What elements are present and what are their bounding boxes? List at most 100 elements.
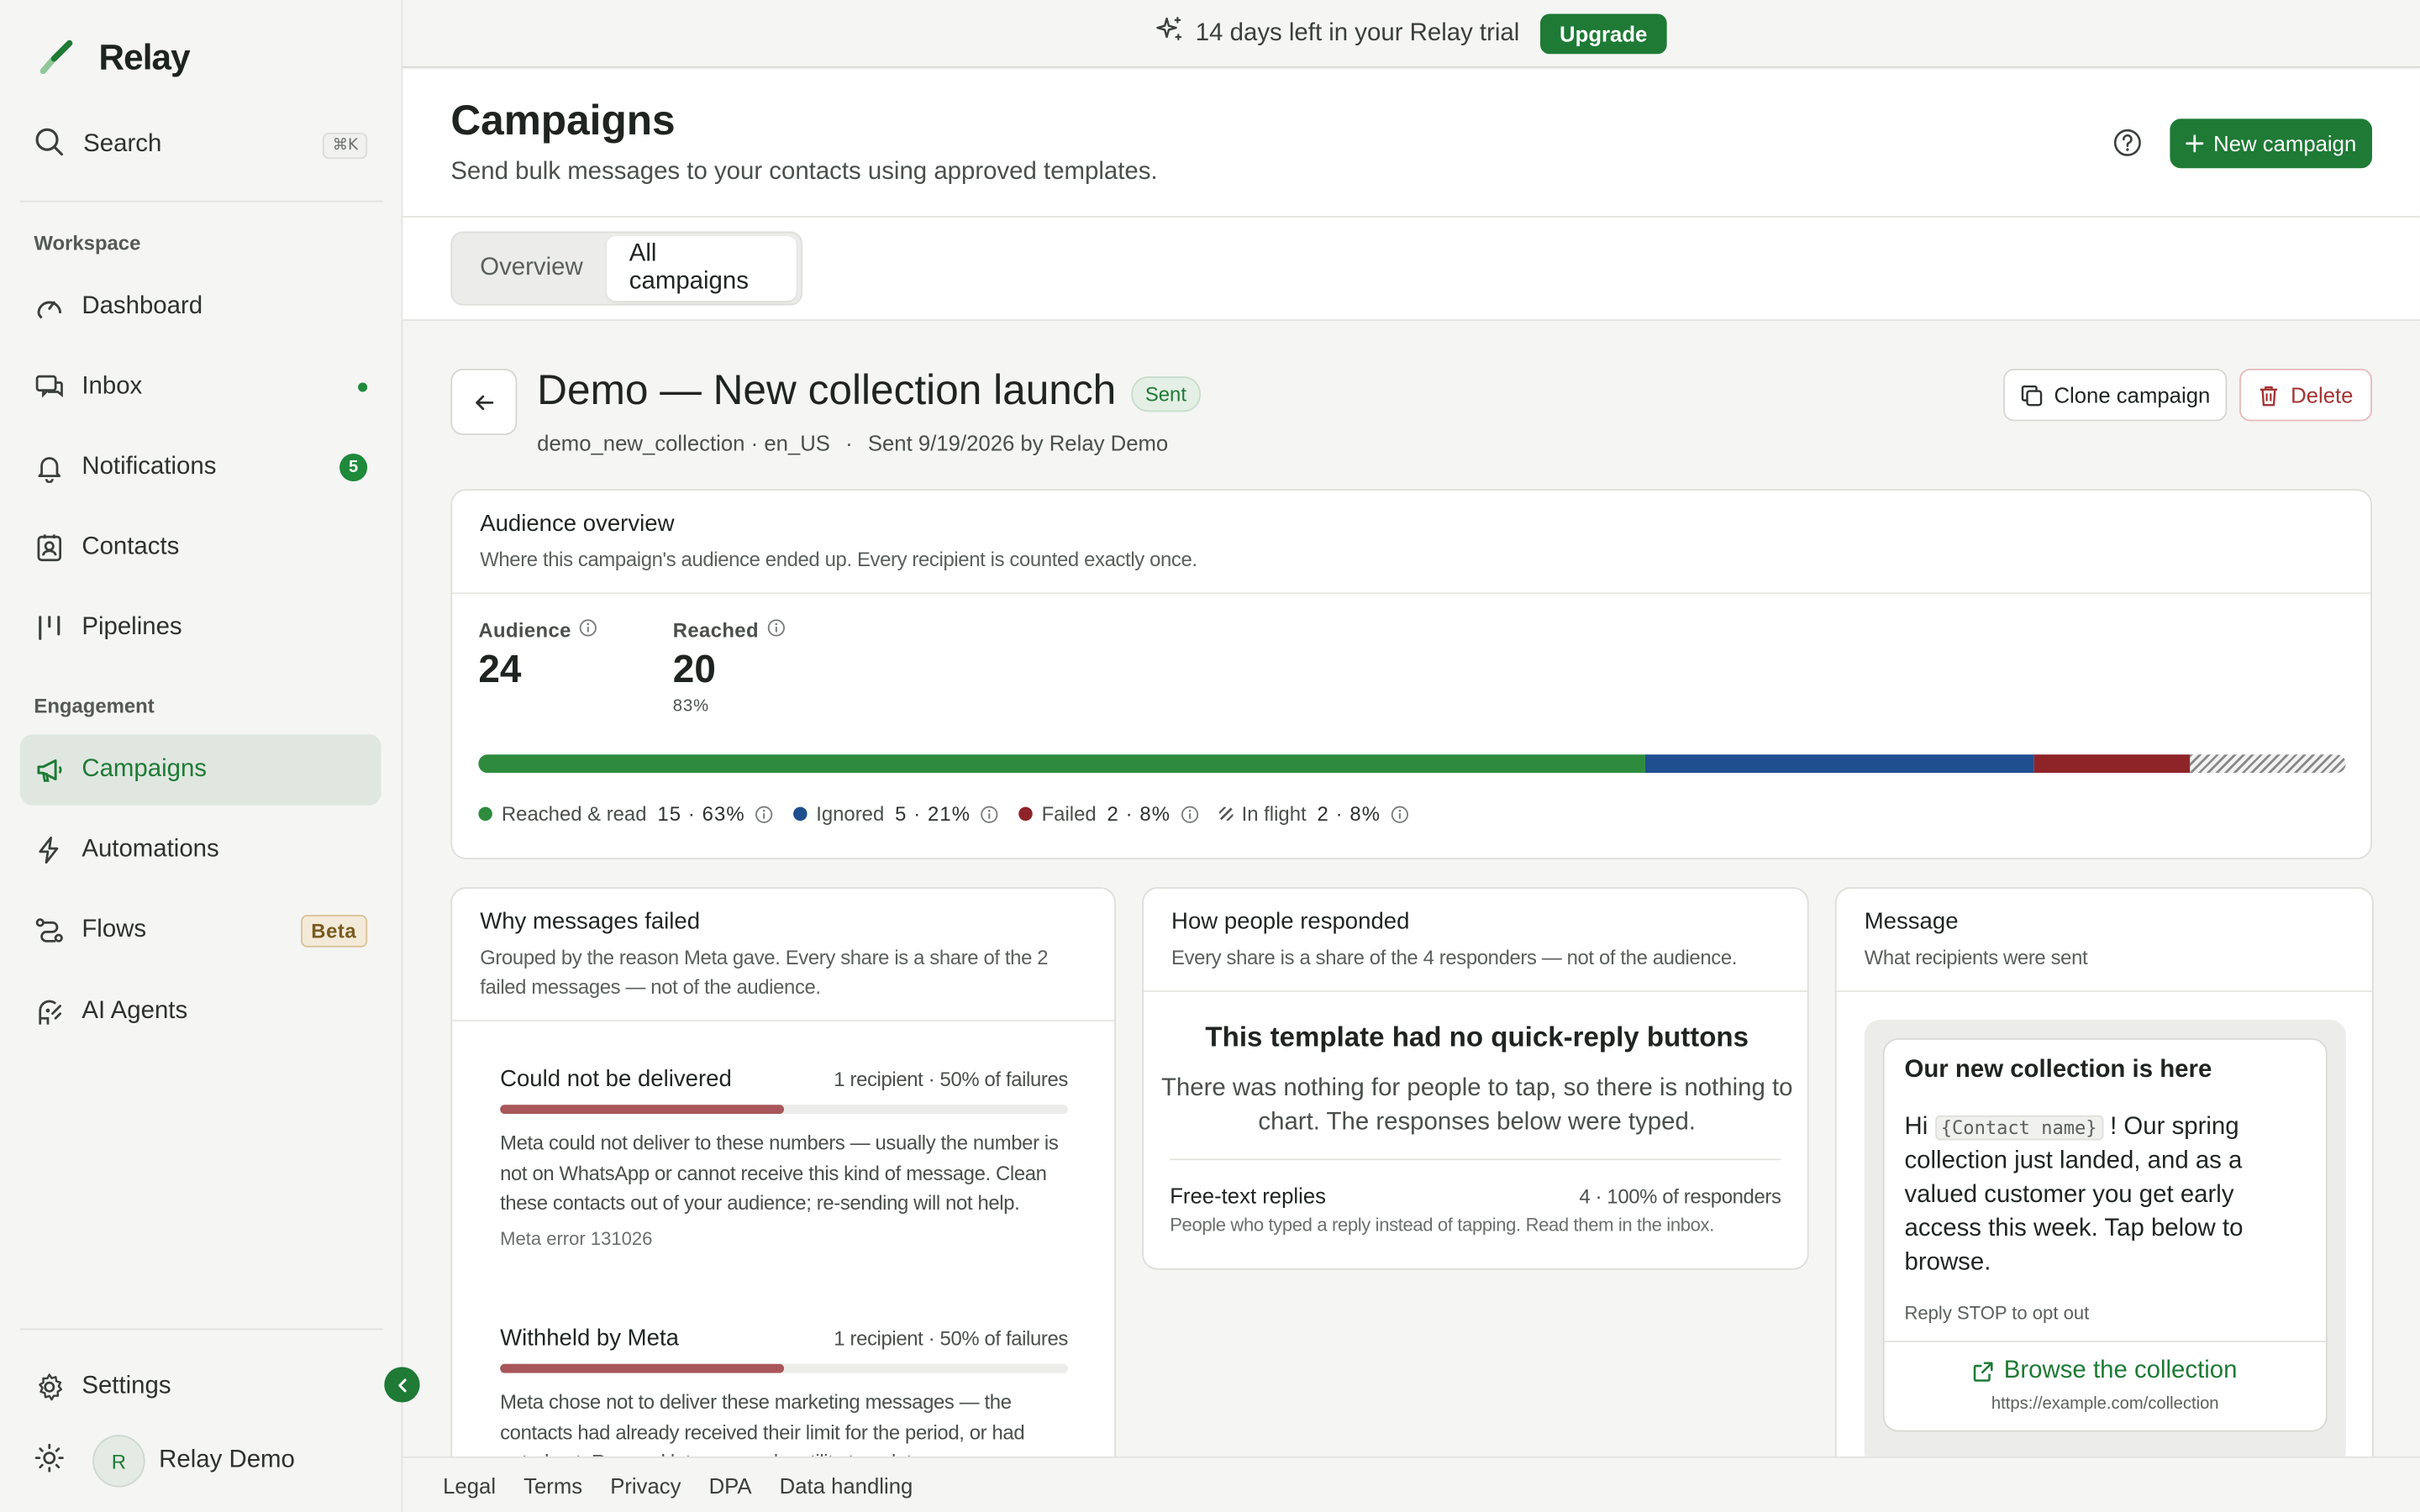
message-preview: Our new collection is here Hi {Contact n… <box>1864 1020 2346 1467</box>
contact-card-icon <box>34 533 65 564</box>
avatar: R <box>92 1435 145 1488</box>
search-button[interactable]: Search ⌘K <box>34 123 368 166</box>
new-campaign-label: New campaign <box>2213 131 2357 156</box>
footer-link-terms[interactable]: Terms <box>523 1473 582 1497</box>
audience-legend: Reached & read 15 · 63% Ignored 5 · 21% … <box>478 802 1428 826</box>
stat-value: 24 <box>478 648 522 691</box>
clone-campaign-button[interactable]: Clone campaign <box>2003 368 2228 422</box>
audience-stat: Audience 24 <box>478 619 597 693</box>
message-bubble: Our new collection is here Hi {Contact n… <box>1882 1038 2328 1432</box>
divider <box>1170 1158 1781 1161</box>
flow-icon <box>34 915 65 946</box>
card-subtitle: Grouped by the reason Meta gave. Every s… <box>480 945 1049 999</box>
user-name: Relay Demo <box>159 1446 295 1474</box>
tab-bar: Overview All campaigns <box>402 217 2420 322</box>
campaign-title: Demo — New collection launch <box>537 367 1117 414</box>
upgrade-button[interactable]: Upgrade <box>1539 13 1668 54</box>
megaphone-icon <box>34 754 65 785</box>
contact-name-placeholder: {Contact name} <box>1934 1115 2103 1141</box>
theme-toggle-sun-icon[interactable] <box>34 1441 65 1480</box>
info-icon[interactable] <box>1390 805 1408 823</box>
info-icon[interactable] <box>755 805 773 823</box>
body-greeting: Hi <box>1904 1114 1928 1141</box>
sidebar-item-notifications[interactable]: Notifications 5 <box>20 432 381 502</box>
message-body: Hi {Contact name} ! Our spring collectio… <box>1885 1084 2326 1280</box>
reason-bar-track <box>500 1105 1068 1115</box>
help-icon[interactable] <box>2112 128 2142 165</box>
template-name: demo_new_collection · en_US <box>537 430 830 455</box>
sidebar-item-ai-agents[interactable]: AI Agents <box>20 977 381 1047</box>
sidebar-item-automations[interactable]: Automations <box>20 815 381 885</box>
sidebar-item-label: Automations <box>82 836 219 863</box>
info-icon[interactable] <box>1180 805 1198 823</box>
reason-count: 1 recipient · 50% of failures <box>834 1067 1068 1091</box>
copy-icon <box>2021 384 2043 406</box>
footer-link-data-handling[interactable]: Data handling <box>780 1473 913 1497</box>
user-menu[interactable]: R Relay Demo <box>34 1435 295 1488</box>
legend-value: 5 · 21% <box>895 802 971 826</box>
footer: Legal Terms Privacy DPA Data handling <box>402 1456 2420 1512</box>
stat-percent: 83% <box>672 697 710 717</box>
clone-label: Clone campaign <box>2054 382 2211 407</box>
sidebar-item-flows[interactable]: Flows Beta <box>20 895 381 965</box>
sidebar-item-settings[interactable]: Settings <box>20 1352 381 1422</box>
legend-value: 2 · 8% <box>1107 802 1171 826</box>
free-text-subtitle: People who typed a reply instead of tapp… <box>1170 1214 1714 1236</box>
external-link-icon <box>1974 1362 1994 1382</box>
stat-label: Reached <box>672 618 759 643</box>
tab-overview[interactable]: Overview <box>457 236 607 301</box>
collapse-sidebar-button[interactable] <box>384 1367 420 1403</box>
footer-link-privacy[interactable]: Privacy <box>610 1473 681 1497</box>
delete-button[interactable]: Delete <box>2239 368 2373 422</box>
stat-value: 20 <box>672 648 716 691</box>
sidebar: Relay Search ⌘K Workspace Dashboard Inbo… <box>0 0 403 1512</box>
message-footer: Reply STOP to opt out <box>1904 1302 2090 1324</box>
new-campaign-button[interactable]: New campaign <box>2170 118 2373 169</box>
trash-icon <box>2260 385 2278 406</box>
audience-overview-card: Audience overview Where this campaign's … <box>450 489 2373 860</box>
failure-reason: Could not be delivered 1 recipient · 50%… <box>500 1066 1068 1249</box>
free-text-count: 4 · 100% of responders <box>1579 1184 1781 1209</box>
sidebar-item-label: Inbox <box>82 373 143 400</box>
footer-link-legal[interactable]: Legal <box>443 1473 496 1497</box>
footer-link-dpa[interactable]: DPA <box>709 1473 752 1497</box>
bar-segment-failed <box>2034 754 2191 774</box>
info-icon[interactable] <box>980 805 998 823</box>
gauge-icon <box>34 291 65 323</box>
trial-text: 14 days left in your Relay trial <box>1195 18 1520 46</box>
reason-bar-fill <box>500 1363 785 1373</box>
reason-description: Meta could not deliver to these numbers … <box>500 1131 1059 1215</box>
status-badge: Sent <box>1131 376 1201 412</box>
legend-label: In flight <box>1241 802 1307 826</box>
tab-all-campaigns[interactable]: All campaigns <box>606 236 797 302</box>
logo[interactable]: Relay <box>34 34 191 80</box>
sidebar-item-contacts[interactable]: Contacts <box>20 512 381 583</box>
plus-icon <box>2186 134 2204 153</box>
sidebar-item-label: Flows <box>82 916 147 943</box>
legend-dot <box>792 806 808 822</box>
sidebar-item-pipelines[interactable]: Pipelines <box>20 592 381 663</box>
relay-logo-icon <box>34 34 80 80</box>
legend-item-failed: Failed 2 · 8% <box>1018 802 1198 826</box>
cta-button[interactable]: Browse the collection https://example.co… <box>1884 1341 2326 1431</box>
gear-icon <box>34 1372 65 1403</box>
unread-dot <box>358 382 368 392</box>
bar-segment-in-flight <box>2190 754 2346 774</box>
info-icon[interactable] <box>579 619 597 643</box>
sidebar-item-label: Dashboard <box>82 292 203 320</box>
legend-value: 2 · 8% <box>1317 802 1381 826</box>
bell-icon <box>34 452 65 483</box>
lightning-icon <box>34 835 65 866</box>
info-icon[interactable] <box>766 619 785 643</box>
reason-header: Could not be delivered 1 recipient · 50%… <box>500 1066 1068 1092</box>
card-title: Why messages failed <box>480 908 701 936</box>
failures-card: Why messages failed Grouped by the reaso… <box>450 887 1116 1489</box>
sidebar-item-inbox[interactable]: Inbox <box>20 352 381 423</box>
reached-stat: Reached 20 83% <box>672 618 785 717</box>
sidebar-item-dashboard[interactable]: Dashboard <box>20 271 381 342</box>
sidebar-item-campaigns[interactable]: Campaigns <box>19 734 381 806</box>
back-button[interactable] <box>450 368 518 435</box>
card-header: Audience overview Where this campaign's … <box>452 491 2371 595</box>
card-title: Audience overview <box>480 510 675 538</box>
message-header: Our new collection is here <box>1904 1057 2212 1084</box>
